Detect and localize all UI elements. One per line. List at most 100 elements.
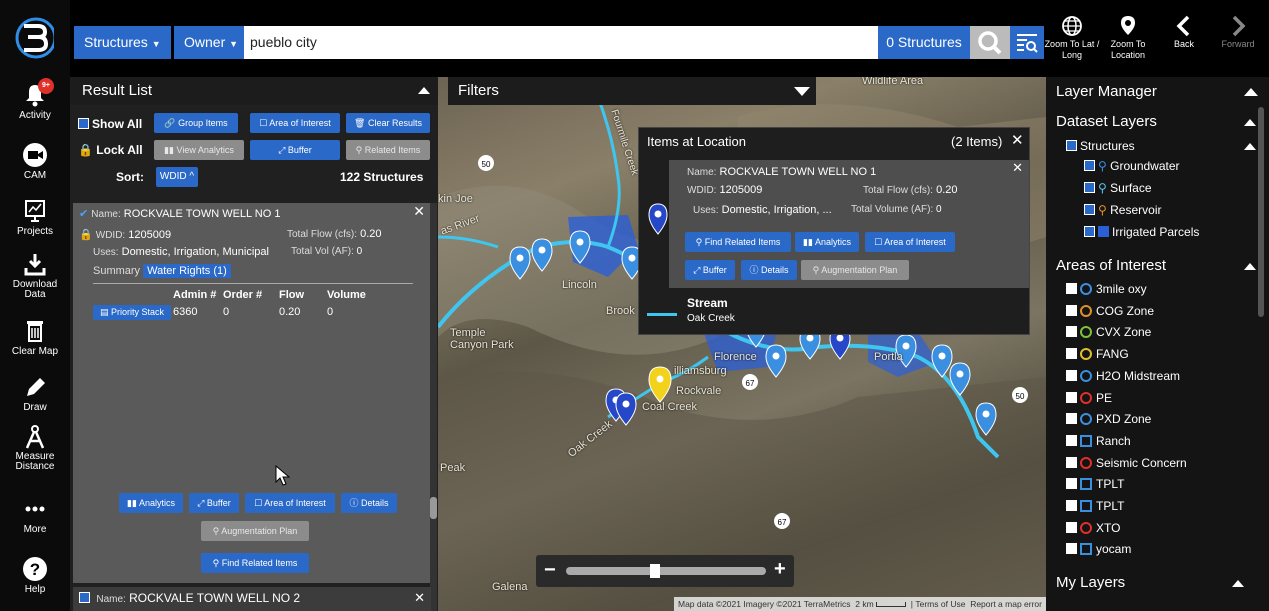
caret-down-icon[interactable] bbox=[794, 87, 810, 96]
zoom-to-latlong-button[interactable]: Zoom To Lat / Long bbox=[1044, 14, 1100, 61]
rail-measure-distance[interactable]: Measure Distance bbox=[0, 424, 70, 472]
buffer-button[interactable]: ⤢ Buffer bbox=[189, 493, 239, 513]
close-icon[interactable]: ✕ bbox=[413, 203, 425, 220]
layer-groundwater[interactable]: ⚲ Groundwater bbox=[1084, 159, 1180, 173]
result-card[interactable]: ✕ ✔ Name: ROCKVALE TOWN WELL NO 1 🔒 WDID… bbox=[73, 203, 431, 583]
result-scrollbar[interactable] bbox=[430, 203, 437, 611]
layer-manager-scrollbar[interactable] bbox=[1258, 107, 1264, 317]
zoom-track[interactable] bbox=[566, 567, 766, 575]
aoi-row[interactable]: CVX Zone bbox=[1066, 325, 1151, 339]
tab-summary[interactable]: Summary bbox=[93, 265, 140, 277]
rail-more[interactable]: More bbox=[0, 496, 70, 535]
search-input[interactable]: pueblo city bbox=[244, 26, 878, 59]
aoi-row[interactable]: XTO bbox=[1066, 521, 1120, 535]
collapse-icon[interactable] bbox=[1244, 263, 1256, 270]
sort-dropdown[interactable]: WDID ^ bbox=[156, 167, 198, 187]
area-of-interest-button[interactable]: ☐ Area of Interest bbox=[865, 232, 955, 252]
rail-download-data[interactable]: Download Data bbox=[0, 252, 70, 300]
aoi-row[interactable]: PXD Zone bbox=[1066, 412, 1151, 426]
aoi-row[interactable]: Seismic Concern bbox=[1066, 456, 1187, 470]
checkbox-icon[interactable] bbox=[79, 592, 90, 603]
details-button[interactable]: ⓘ Details bbox=[341, 493, 397, 513]
forward-button[interactable]: Forward bbox=[1210, 14, 1266, 50]
aoi-row[interactable]: COG Zone bbox=[1066, 304, 1154, 318]
advanced-search-button[interactable] bbox=[1010, 26, 1044, 59]
uses-value: Domestic, Irrigation, ... bbox=[721, 204, 832, 216]
aoi-row[interactable]: FANG bbox=[1066, 347, 1129, 361]
details-label: Details bbox=[361, 498, 389, 508]
rail-clear-map[interactable]: Clear Map bbox=[0, 318, 70, 357]
field-dropdown[interactable]: Owner ▼ bbox=[174, 26, 249, 59]
back-button[interactable]: Back bbox=[1156, 14, 1212, 50]
group-items-button[interactable]: 🔗 Group Items bbox=[154, 113, 238, 133]
layer-surface[interactable]: ⚲ Surface bbox=[1084, 181, 1152, 195]
structures-total: 122 Structures bbox=[340, 170, 424, 184]
result-list-header[interactable]: Result List bbox=[70, 77, 438, 105]
aoi-row[interactable]: TPLT bbox=[1066, 477, 1124, 491]
tab-water-rights[interactable]: Water Rights (1) bbox=[143, 264, 231, 278]
collapse-icon[interactable] bbox=[1232, 580, 1244, 587]
show-all-checkbox[interactable]: Show All bbox=[78, 117, 142, 131]
clear-results-button[interactable]: 🗑 Clear Results bbox=[346, 113, 430, 133]
selected-marker[interactable] bbox=[648, 366, 672, 403]
rail-draw[interactable]: Draw bbox=[0, 374, 70, 413]
aoi-row[interactable]: PE bbox=[1066, 391, 1112, 405]
augmentation-plan-button[interactable]: ⚲ Augmentation Plan bbox=[201, 521, 309, 541]
find-related-items-button[interactable]: ⚲ Find Related Items bbox=[201, 553, 309, 573]
rail-help[interactable]: ? Help bbox=[0, 556, 70, 595]
details-button[interactable]: ⓘ Details bbox=[741, 260, 797, 280]
close-icon[interactable]: ✕ bbox=[1012, 160, 1023, 176]
collapse-icon[interactable] bbox=[1244, 119, 1256, 126]
structure-marker[interactable] bbox=[931, 344, 953, 378]
road-shield-label: 67 bbox=[778, 518, 787, 527]
type-dropdown[interactable]: Structures ▼ bbox=[74, 26, 171, 59]
rail-projects[interactable]: Projects bbox=[0, 198, 70, 237]
zoom-to-location-button[interactable]: Zoom To Location bbox=[1100, 14, 1156, 61]
checkbox-icon bbox=[1084, 226, 1095, 237]
aoi-row[interactable]: Ranch bbox=[1066, 434, 1131, 448]
collapse-icon[interactable] bbox=[418, 87, 430, 94]
aoi-row[interactable]: TPLT bbox=[1066, 499, 1124, 513]
wdid-value: 1205009 bbox=[719, 184, 763, 196]
collapse-icon[interactable] bbox=[1244, 88, 1258, 96]
area-of-interest-button[interactable]: ☐ Area of Interest bbox=[245, 493, 335, 513]
zoom-slider[interactable]: − + bbox=[536, 555, 794, 587]
analytics-button[interactable]: ▮▮ Analytics bbox=[795, 232, 859, 252]
zoom-in-icon[interactable]: + bbox=[774, 558, 786, 581]
area-of-interest-button[interactable]: ☐ Area of Interest bbox=[250, 113, 340, 133]
collapse-icon[interactable] bbox=[1244, 143, 1256, 150]
scrollbar-thumb[interactable] bbox=[430, 497, 437, 519]
analytics-button[interactable]: ▮▮ Analytics bbox=[119, 493, 183, 513]
priority-stack-button[interactable]: ▤ Priority Stack bbox=[93, 305, 171, 320]
report-error-link[interactable]: Report a map error bbox=[970, 599, 1042, 609]
aoi-row[interactable]: yocam bbox=[1066, 542, 1131, 556]
structure-marker[interactable] bbox=[765, 344, 787, 378]
rail-cam[interactable]: CAM bbox=[0, 142, 70, 181]
layer-reservoir[interactable]: ⚲ Reservoir bbox=[1084, 203, 1162, 217]
lock-icon[interactable]: 🔒 bbox=[79, 229, 93, 241]
layer-irrigated-parcels[interactable]: Irrigated Parcels bbox=[1084, 225, 1199, 239]
buffer-button[interactable]: ⤢ Buffer bbox=[250, 140, 340, 160]
popup-item-card[interactable]: ✕ Name: ROCKVALE TOWN WELL NO 1 WDID: 12… bbox=[669, 160, 1029, 288]
lock-all-toggle[interactable]: 🔒 Lock All bbox=[78, 143, 143, 157]
search-button[interactable] bbox=[970, 26, 1010, 59]
related-items-button[interactable]: ⚲ Related Items bbox=[346, 140, 430, 160]
filters-panel-header[interactable]: Filters bbox=[448, 77, 816, 105]
aoi-row[interactable]: H2O Midstream bbox=[1066, 369, 1180, 383]
find-related-items-button[interactable]: ⚲ Find Related Items bbox=[685, 232, 791, 252]
close-icon[interactable]: ✕ bbox=[1011, 131, 1024, 149]
list-icon: ▤ bbox=[99, 307, 109, 317]
checkmark-icon[interactable]: ✔ bbox=[79, 208, 88, 220]
terms-link[interactable]: Terms of Use bbox=[915, 599, 965, 609]
aoi-row[interactable]: 3mile oxy bbox=[1066, 282, 1147, 296]
close-icon[interactable]: ✕ bbox=[414, 590, 425, 606]
buffer-button[interactable]: ⤢ Buffer bbox=[685, 260, 735, 280]
result-card[interactable]: Name: ROCKVALE TOWN WELL NO 2 ✕ bbox=[73, 587, 431, 611]
zoom-handle[interactable] bbox=[650, 564, 660, 578]
checkbox-icon bbox=[1066, 543, 1077, 555]
rail-activity[interactable]: 9+ Activity bbox=[0, 78, 70, 121]
layer-structures[interactable]: Structures bbox=[1066, 139, 1135, 153]
augmentation-plan-button[interactable]: ⚲ Augmentation Plan bbox=[801, 260, 909, 280]
zoom-out-icon[interactable]: − bbox=[544, 559, 556, 582]
view-analytics-button[interactable]: ▮▮ View Analytics bbox=[154, 140, 244, 160]
